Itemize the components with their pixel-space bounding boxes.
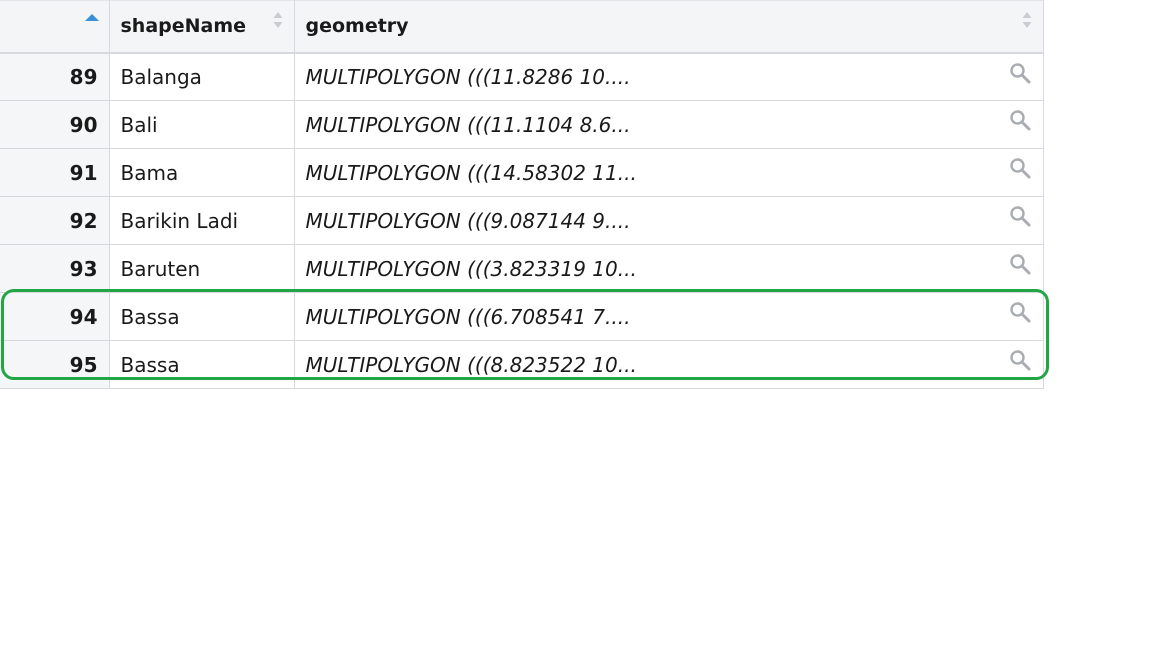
sort-both-icon[interactable] bbox=[1021, 10, 1033, 30]
cell-shapename[interactable]: Bassa bbox=[109, 292, 295, 341]
table-row[interactable]: 89 Balanga MULTIPOLYGON (((11.8286 10...… bbox=[0, 52, 1044, 101]
row-index: 95 bbox=[0, 340, 110, 389]
cell-geometry[interactable]: MULTIPOLYGON (((6.708541 7.... bbox=[294, 292, 1044, 341]
column-header-shapename[interactable]: shapeName bbox=[109, 0, 295, 54]
magnifier-icon[interactable] bbox=[1009, 205, 1031, 227]
data-table: shapeName geometry 89 Balanga MULTIPOLYG… bbox=[0, 0, 1044, 389]
column-header-geometry[interactable]: geometry bbox=[294, 0, 1044, 54]
magnifier-icon[interactable] bbox=[1009, 109, 1031, 131]
table-row[interactable]: 90 Bali MULTIPOLYGON (((11.1104 8.6... bbox=[0, 100, 1044, 149]
geometry-text: MULTIPOLYGON (((6.708541 7.... bbox=[305, 304, 631, 329]
table-row[interactable]: 93 Baruten MULTIPOLYGON (((3.823319 10..… bbox=[0, 244, 1044, 293]
sort-ascending-icon[interactable] bbox=[85, 14, 99, 21]
geometry-text: MULTIPOLYGON (((14.58302 11... bbox=[305, 160, 637, 185]
row-index: 93 bbox=[0, 244, 110, 293]
table-row[interactable]: 91 Bama MULTIPOLYGON (((14.58302 11... bbox=[0, 148, 1044, 197]
row-index: 92 bbox=[0, 196, 110, 245]
geometry-text: MULTIPOLYGON (((3.823319 10... bbox=[305, 256, 637, 281]
cell-geometry[interactable]: MULTIPOLYGON (((3.823319 10... bbox=[294, 244, 1044, 293]
magnifier-icon[interactable] bbox=[1009, 349, 1031, 371]
geometry-text: MULTIPOLYGON (((9.087144 9.... bbox=[305, 208, 631, 233]
column-header-index[interactable] bbox=[0, 0, 110, 54]
table-row[interactable]: 95 Bassa MULTIPOLYGON (((8.823522 10... bbox=[0, 340, 1044, 389]
geometry-text: MULTIPOLYGON (((11.8286 10.... bbox=[305, 64, 631, 89]
row-index: 94 bbox=[0, 292, 110, 341]
magnifier-icon[interactable] bbox=[1009, 157, 1031, 179]
magnifier-icon[interactable] bbox=[1009, 301, 1031, 323]
data-viewer: shapeName geometry 89 Balanga MULTIPOLYG… bbox=[0, 0, 1152, 648]
cell-geometry[interactable]: MULTIPOLYGON (((11.1104 8.6... bbox=[294, 100, 1044, 149]
sort-both-icon[interactable] bbox=[272, 10, 284, 30]
column-header-label: geometry bbox=[305, 15, 409, 38]
geometry-text: MULTIPOLYGON (((8.823522 10... bbox=[305, 352, 637, 377]
row-index: 91 bbox=[0, 148, 110, 197]
cell-geometry[interactable]: MULTIPOLYGON (((9.087144 9.... bbox=[294, 196, 1044, 245]
table-row[interactable]: 92 Barikin Ladi MULTIPOLYGON (((9.087144… bbox=[0, 196, 1044, 245]
row-index: 89 bbox=[0, 52, 110, 101]
column-header-label: shapeName bbox=[120, 15, 247, 38]
cell-shapename[interactable]: Balanga bbox=[109, 52, 295, 101]
cell-shapename[interactable]: Bali bbox=[109, 100, 295, 149]
magnifier-icon[interactable] bbox=[1009, 253, 1031, 275]
cell-shapename[interactable]: Bassa bbox=[109, 340, 295, 389]
cell-shapename[interactable]: Baruten bbox=[109, 244, 295, 293]
row-index: 90 bbox=[0, 100, 110, 149]
geometry-text: MULTIPOLYGON (((11.1104 8.6... bbox=[305, 112, 631, 137]
table-row[interactable]: 94 Bassa MULTIPOLYGON (((6.708541 7.... bbox=[0, 292, 1044, 341]
cell-shapename[interactable]: Bama bbox=[109, 148, 295, 197]
header-row: shapeName geometry bbox=[0, 0, 1044, 54]
cell-geometry[interactable]: MULTIPOLYGON (((11.8286 10.... bbox=[294, 52, 1044, 101]
magnifier-icon[interactable] bbox=[1009, 62, 1031, 84]
cell-shapename[interactable]: Barikin Ladi bbox=[109, 196, 295, 245]
cell-geometry[interactable]: MULTIPOLYGON (((8.823522 10... bbox=[294, 340, 1044, 389]
cell-geometry[interactable]: MULTIPOLYGON (((14.58302 11... bbox=[294, 148, 1044, 197]
